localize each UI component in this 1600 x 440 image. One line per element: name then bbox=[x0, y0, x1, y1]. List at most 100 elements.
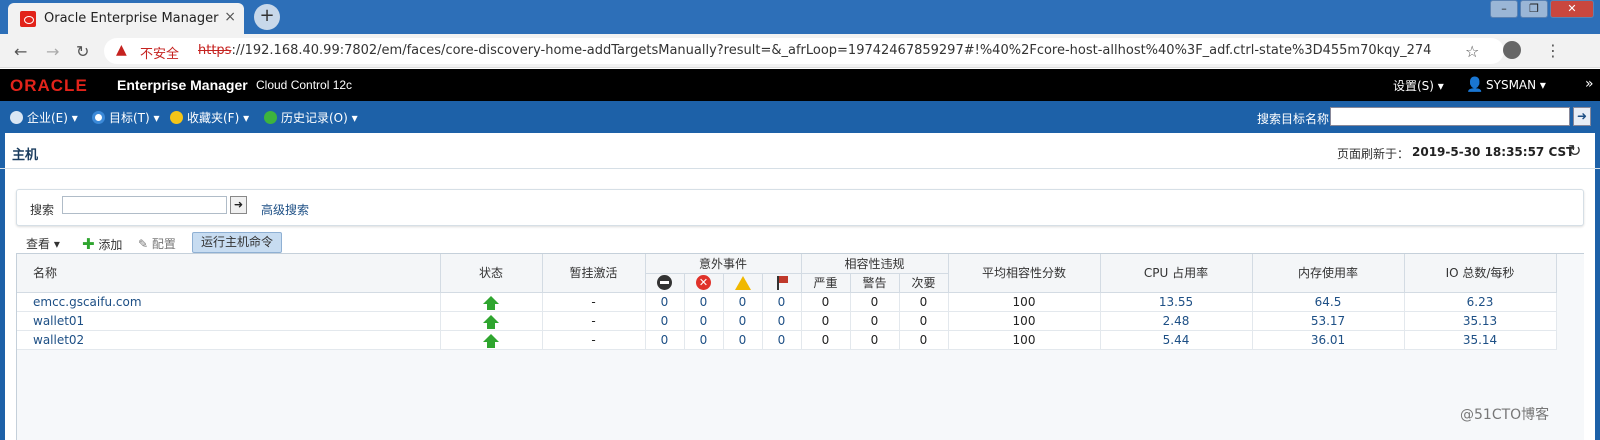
cv-minor-count: 0 bbox=[899, 292, 949, 312]
menu-history[interactable]: 历史记录(O) ▾ bbox=[264, 109, 358, 126]
incident-fatal-count[interactable]: 0 bbox=[645, 292, 685, 312]
col-blackout[interactable]: 暂挂激活 bbox=[542, 254, 646, 293]
cpu-value[interactable]: 2.48 bbox=[1100, 311, 1253, 331]
cv-warning-count: 0 bbox=[850, 311, 900, 331]
col-incident-warning[interactable] bbox=[723, 273, 763, 293]
fatal-icon bbox=[657, 275, 672, 290]
incident-fatal-count[interactable]: 0 bbox=[645, 330, 685, 350]
target-search-input[interactable] bbox=[1330, 107, 1570, 126]
menu-targets[interactable]: 目标(T) ▾ bbox=[92, 109, 160, 126]
memory-value[interactable]: 36.01 bbox=[1252, 330, 1405, 350]
io-value[interactable]: 35.14 bbox=[1404, 330, 1557, 350]
menu-favorites[interactable]: 收藏夹(F) ▾ bbox=[170, 109, 249, 126]
refresh-time: 2019-5-30 18:35:57 CST bbox=[1412, 145, 1575, 159]
incident-warning-count[interactable]: 0 bbox=[723, 311, 763, 331]
menu-enterprise[interactable]: 企业(E) ▾ bbox=[10, 109, 78, 126]
warning-triangle-icon bbox=[734, 275, 751, 290]
col-status[interactable]: 状态 bbox=[440, 254, 543, 293]
restore-icon[interactable]: ❐ bbox=[1520, 0, 1548, 18]
add-button[interactable]: ✚ 添加 bbox=[82, 235, 122, 253]
hosts-table: 名称 状态 暂挂激活 意外事件 相容性违规 平均相容性分数 CPU 占用率 内存… bbox=[16, 253, 1584, 440]
bookmark-star-icon[interactable]: ☆ bbox=[1465, 42, 1479, 61]
view-menu[interactable]: 查看 ▾ bbox=[26, 235, 60, 252]
insecure-label[interactable]: 不安全 bbox=[140, 43, 179, 62]
configure-label: 配置 bbox=[151, 237, 176, 251]
browser-tab[interactable]: Oracle Enterprise Manager × bbox=[8, 3, 244, 34]
col-memory[interactable]: 内存使用率 bbox=[1252, 254, 1405, 293]
minimize-icon[interactable]: – bbox=[1490, 0, 1518, 18]
table-row[interactable]: wallet02 - 0 0 0 0 0 0 0 100 5.44 36.01 … bbox=[17, 330, 1557, 350]
new-tab-button[interactable]: + bbox=[254, 4, 280, 30]
profile-avatar-icon[interactable] bbox=[1503, 41, 1521, 59]
refresh-icon[interactable]: ↻ bbox=[1568, 141, 1581, 160]
search-input[interactable] bbox=[62, 196, 227, 214]
tab-title: Oracle Enterprise Manager bbox=[44, 11, 219, 26]
cv-critical-count: 0 bbox=[801, 330, 851, 350]
blackout-cell: - bbox=[542, 292, 646, 312]
incident-escalated-count[interactable]: 0 bbox=[762, 330, 802, 350]
target-search-go-button[interactable]: ➜ bbox=[1573, 107, 1591, 126]
star-icon bbox=[170, 111, 183, 124]
menu-enterprise-label: 企业(E) ▾ bbox=[27, 111, 78, 125]
edition-title: Cloud Control 12c bbox=[256, 78, 353, 92]
incident-escalated-count[interactable]: 0 bbox=[762, 292, 802, 312]
host-name-link[interactable]: wallet01 bbox=[17, 311, 441, 331]
forward-icon[interactable]: → bbox=[46, 42, 59, 61]
warning-icon[interactable]: ▲ bbox=[116, 42, 127, 58]
back-icon[interactable]: ← bbox=[14, 42, 27, 61]
incident-critical-count[interactable]: 0 bbox=[684, 330, 724, 350]
url-text[interactable]: https://192.168.40.99:7802/em/faces/core… bbox=[198, 43, 1431, 58]
menu-history-label: 历史记录(O) ▾ bbox=[281, 111, 358, 125]
io-value[interactable]: 6.23 bbox=[1404, 292, 1557, 312]
add-label: 添加 bbox=[98, 238, 123, 252]
menu-favorites-label: 收藏夹(F) ▾ bbox=[187, 111, 250, 125]
compliance-score: 100 bbox=[948, 311, 1101, 331]
col-incident-escalated[interactable] bbox=[762, 273, 802, 293]
refresh-label: 页面刷新于： bbox=[1337, 147, 1410, 161]
col-incident-fatal[interactable] bbox=[645, 273, 685, 293]
user-menu[interactable]: SYSMAN ▾ bbox=[1486, 78, 1546, 92]
host-name-link[interactable]: emcc.gscaifu.com bbox=[17, 292, 441, 312]
browser-menu-icon[interactable]: ⋮ bbox=[1545, 41, 1561, 60]
col-io[interactable]: IO 总数/每秒 bbox=[1404, 254, 1557, 293]
url-scheme: https bbox=[198, 43, 232, 58]
page-header: 主机 页面刷新于： 2019-5-30 18:35:57 CST ↻ bbox=[0, 137, 1600, 169]
col-avg-compliance-score[interactable]: 平均相容性分数 bbox=[948, 254, 1101, 293]
cpu-value[interactable]: 5.44 bbox=[1100, 330, 1253, 350]
host-name-link[interactable]: wallet02 bbox=[17, 330, 441, 350]
incident-critical-count[interactable]: 0 bbox=[684, 292, 724, 312]
reload-icon[interactable]: ↻ bbox=[76, 42, 89, 61]
incident-warning-count[interactable]: 0 bbox=[723, 292, 763, 312]
compliance-score: 100 bbox=[948, 292, 1101, 312]
col-cv-critical[interactable]: 严重 bbox=[801, 273, 851, 293]
search-go-button[interactable]: ➜ bbox=[230, 196, 247, 214]
memory-value[interactable]: 64.5 bbox=[1252, 292, 1405, 312]
cpu-value[interactable]: 13.55 bbox=[1100, 292, 1253, 312]
incident-warning-count[interactable]: 0 bbox=[723, 330, 763, 350]
incident-fatal-count[interactable]: 0 bbox=[645, 311, 685, 331]
critical-error-icon: ✕ bbox=[696, 275, 711, 290]
settings-menu[interactable]: 设置(S) ▾ bbox=[1393, 77, 1444, 94]
table-row[interactable]: wallet01 - 0 0 0 0 0 0 0 100 2.48 53.17 … bbox=[17, 311, 1557, 331]
advanced-search-link[interactable]: 高级搜索 bbox=[261, 201, 309, 218]
window-close-icon[interactable]: ✕ bbox=[1550, 0, 1594, 18]
col-name[interactable]: 名称 bbox=[17, 254, 441, 293]
col-incident-critical[interactable]: ✕ bbox=[684, 273, 724, 293]
col-cv-warning[interactable]: 警告 bbox=[850, 273, 900, 293]
incident-escalated-count[interactable]: 0 bbox=[762, 311, 802, 331]
expand-icon[interactable]: » bbox=[1585, 76, 1594, 92]
col-cpu[interactable]: CPU 占用率 bbox=[1100, 254, 1253, 293]
incident-critical-count[interactable]: 0 bbox=[684, 311, 724, 331]
page-title: 主机 bbox=[12, 148, 39, 163]
col-cv-minor[interactable]: 次要 bbox=[899, 273, 949, 293]
left-border bbox=[0, 133, 5, 440]
io-value[interactable]: 35.13 bbox=[1404, 311, 1557, 331]
table-row[interactable]: emcc.gscaifu.com - 0 0 0 0 0 0 0 100 13.… bbox=[17, 292, 1557, 312]
memory-value[interactable]: 53.17 bbox=[1252, 311, 1405, 331]
tab-close-icon[interactable]: × bbox=[224, 9, 236, 25]
configure-button[interactable]: ✎ 配置 bbox=[138, 235, 176, 252]
menu-targets-label: 目标(T) ▾ bbox=[109, 111, 160, 125]
right-border bbox=[1595, 133, 1600, 440]
run-host-command-button[interactable]: 运行主机命令 bbox=[192, 232, 283, 253]
url-field[interactable]: ▲ 不安全 https://192.168.40.99:7802/em/face… bbox=[104, 38, 1504, 64]
